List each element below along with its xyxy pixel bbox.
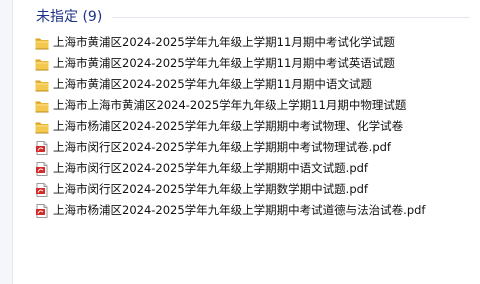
group-divider: [112, 17, 470, 18]
file-name: 上海市黄浦区2024-2025学年九年级上学期11月期中考试化学试题: [53, 35, 395, 49]
file-item-pdf[interactable]: 上海市闵行区2024-2025学年九年级上学期期中语文试题.pdf: [33, 158, 473, 179]
file-item-pdf[interactable]: 上海市杨浦区2024-2025学年九年级上学期期中考试道德与法治试卷.pdf: [33, 200, 473, 221]
file-list: 上海市黄浦区2024-2025学年九年级上学期11月期中考试化学试题 上海市黄浦区…: [33, 32, 473, 221]
folder-item[interactable]: 上海市杨浦区2024-2025学年九年级上学期期中考试物理、化学试卷: [33, 116, 473, 137]
folder-icon: [34, 56, 50, 72]
file-name: 上海市黄浦区2024-2025学年九年级上学期11月期中考试英语试题: [53, 56, 395, 70]
pdf-icon: [34, 140, 50, 156]
group-title: 未指定 (9): [36, 9, 103, 25]
file-name: 上海市上海市黄浦区2024-2025学年九年级上学期11月期中物理试题: [53, 98, 407, 112]
pdf-icon: [34, 161, 50, 177]
file-name: 上海市闵行区2024-2025学年九年级上学期期中考试物理试卷.pdf: [53, 140, 391, 154]
group-header-unspecified[interactable]: 未指定 (9): [36, 7, 470, 27]
folder-icon: [34, 119, 50, 135]
file-name: 上海市杨浦区2024-2025学年九年级上学期期中考试物理、化学试卷: [53, 119, 404, 133]
file-item-pdf[interactable]: 上海市闵行区2024-2025学年九年级上学期期中考试物理试卷.pdf: [33, 137, 473, 158]
navigation-pane-edge: [0, 0, 13, 284]
folder-item[interactable]: 上海市黄浦区2024-2025学年九年级上学期11月期中考试化学试题: [33, 32, 473, 53]
folder-item[interactable]: 上海市黄浦区2024-2025学年九年级上学期11月期中考试英语试题: [33, 53, 473, 74]
folder-icon: [34, 98, 50, 114]
pdf-icon: [34, 203, 50, 219]
file-name: 上海市杨浦区2024-2025学年九年级上学期期中考试道德与法治试卷.pdf: [53, 203, 426, 217]
file-item-pdf[interactable]: 上海市闵行区2024-2025学年九年级上学期数学期中试题.pdf: [33, 179, 473, 200]
folder-icon: [34, 35, 50, 51]
file-name: 上海市黄浦区2024-2025学年九年级上学期11月期中语文试题: [53, 77, 372, 91]
folder-item[interactable]: 上海市上海市黄浦区2024-2025学年九年级上学期11月期中物理试题: [33, 95, 473, 116]
file-name: 上海市闵行区2024-2025学年九年级上学期期中语文试题.pdf: [53, 161, 368, 175]
file-name: 上海市闵行区2024-2025学年九年级上学期数学期中试题.pdf: [53, 182, 368, 196]
folder-icon: [34, 77, 50, 93]
folder-item[interactable]: 上海市黄浦区2024-2025学年九年级上学期11月期中语文试题: [33, 74, 473, 95]
pdf-icon: [34, 182, 50, 198]
